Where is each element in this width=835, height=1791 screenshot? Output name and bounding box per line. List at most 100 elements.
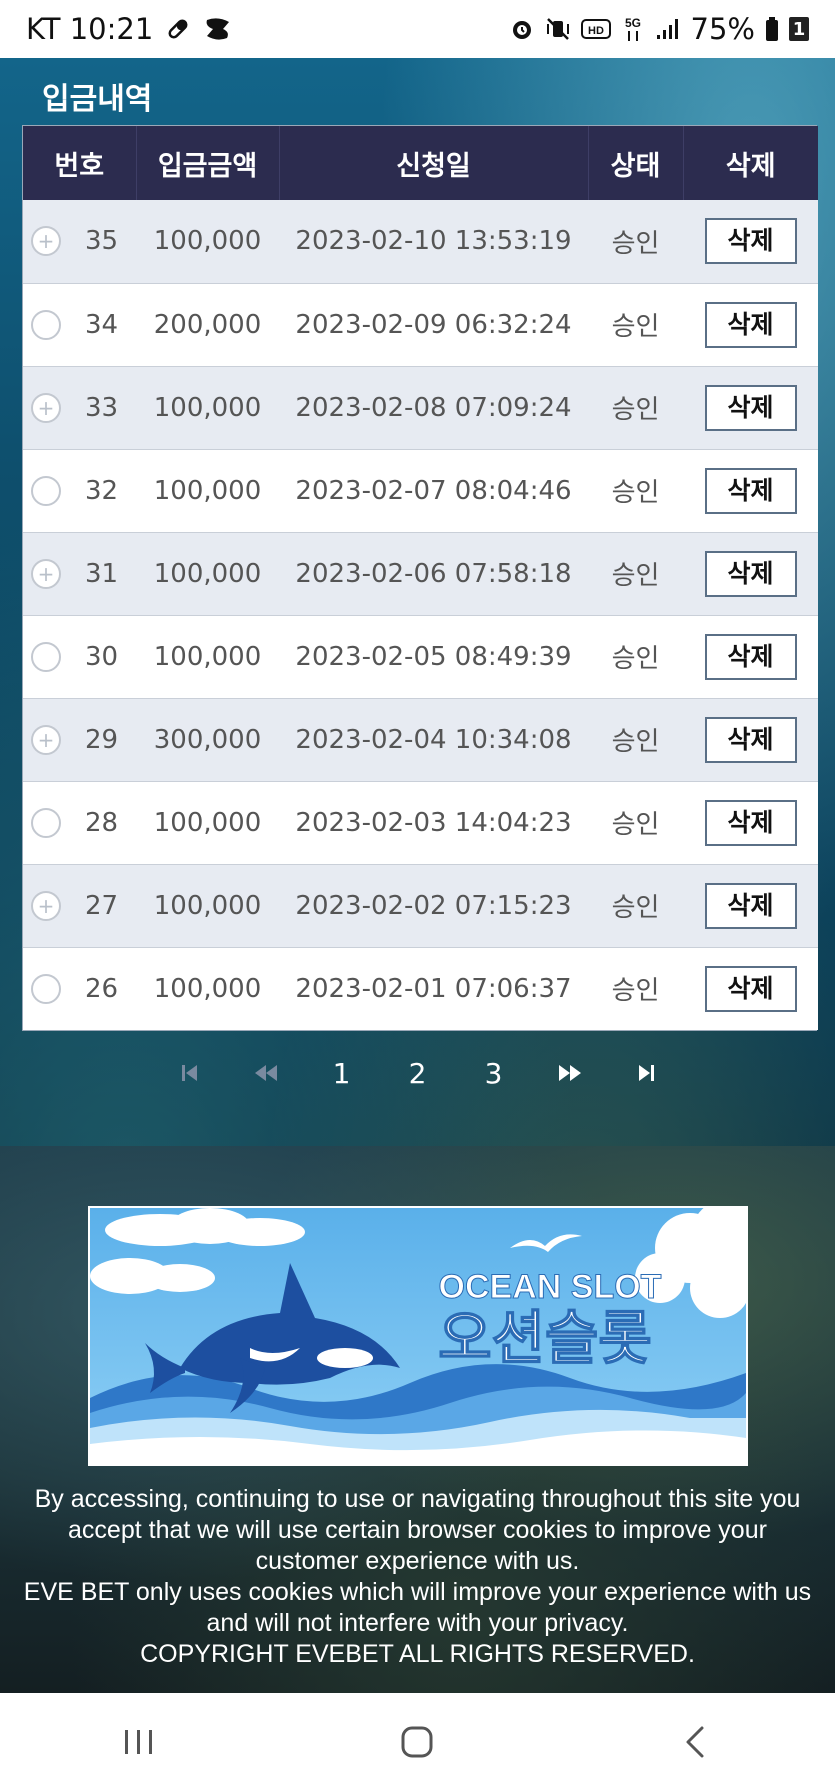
table-header-row: 번호 입금금액 신청일 상태 삭제 bbox=[23, 126, 818, 200]
status-bar: KT 10:21 HD 5G 75% 1 bbox=[0, 0, 835, 58]
alarm-icon bbox=[509, 16, 535, 42]
copyright-text: COPYRIGHT EVEBET ALL RIGHTS RESERVED. bbox=[140, 1640, 695, 1668]
cell-status: 승인 bbox=[588, 366, 683, 450]
delete-button[interactable]: 삭제 bbox=[704, 467, 797, 514]
cell-status: 승인 bbox=[588, 449, 683, 533]
ocean-slot-banner[interactable]: OCEAN SLOT 오션슬롯 bbox=[88, 1206, 748, 1466]
banner-title-ko: 오션슬롯 bbox=[438, 1304, 651, 1372]
footer-line: EVE BET only uses cookies which will imp… bbox=[23, 1578, 812, 1606]
cell-status: 승인 bbox=[588, 532, 683, 616]
cell-status: 승인 bbox=[588, 947, 683, 1030]
footer-line: accept that we will use certain browser … bbox=[68, 1516, 767, 1544]
cell-status: 승인 bbox=[588, 781, 683, 865]
cell-delete: 삭제 bbox=[683, 366, 818, 450]
pagination: 1 2 3 bbox=[0, 1045, 835, 1101]
row-radio-icon[interactable] bbox=[31, 309, 61, 340]
hd-voice-icon: HD bbox=[580, 17, 611, 41]
cell-amount: 100,000 bbox=[136, 449, 279, 533]
expand-plus-icon[interactable]: + bbox=[31, 226, 61, 257]
recent-apps-icon bbox=[125, 1730, 153, 1754]
cell-amount: 100,000 bbox=[136, 781, 279, 865]
header-status: 상태 bbox=[588, 126, 684, 200]
cell-amount: 100,000 bbox=[136, 532, 279, 616]
table-row: +31 100,000 2023-02-06 07:58:18 승인 삭제 bbox=[23, 532, 818, 616]
page-2-link[interactable]: 2 bbox=[380, 1045, 456, 1101]
table-row: +35 100,000 2023-02-10 13:53:19 승인 삭제 bbox=[23, 200, 818, 284]
table-row: 34 200,000 2023-02-09 06:32:24 승인 삭제 bbox=[23, 283, 818, 367]
row-number: 33 bbox=[85, 392, 119, 423]
banner-artwork: OCEAN SLOT 오션슬롯 bbox=[90, 1208, 746, 1464]
network-label: 5G bbox=[625, 16, 641, 30]
cell-delete: 삭제 bbox=[683, 947, 818, 1030]
table-row: +27 100,000 2023-02-02 07:15:23 승인 삭제 bbox=[23, 864, 818, 948]
row-number: 28 bbox=[85, 807, 119, 838]
android-nav-bar bbox=[0, 1693, 835, 1791]
next-page-icon[interactable] bbox=[532, 1045, 608, 1101]
footer-line: and will not interfere with your privacy… bbox=[206, 1609, 629, 1637]
delete-button[interactable]: 삭제 bbox=[704, 799, 797, 846]
cell-number: +33 bbox=[23, 366, 136, 450]
row-number: 27 bbox=[85, 890, 119, 921]
delete-button[interactable]: 삭제 bbox=[704, 965, 797, 1012]
delete-button[interactable]: 삭제 bbox=[704, 218, 797, 265]
recent-apps-button[interactable] bbox=[99, 1712, 179, 1772]
messenger-icon bbox=[203, 16, 233, 42]
expand-plus-icon[interactable]: + bbox=[31, 558, 61, 589]
vibrate-mute-icon bbox=[545, 16, 571, 42]
table-row: 26 100,000 2023-02-01 07:06:37 승인 삭제 bbox=[23, 947, 818, 1030]
row-radio-icon[interactable] bbox=[31, 641, 61, 672]
cell-number: +31 bbox=[23, 532, 136, 616]
row-radio-icon[interactable] bbox=[31, 973, 61, 1004]
cell-amount: 100,000 bbox=[136, 615, 279, 699]
delete-button[interactable]: 삭제 bbox=[704, 633, 797, 680]
delete-button[interactable]: 삭제 bbox=[704, 882, 797, 929]
network-5g-icon: 5G bbox=[621, 15, 645, 43]
page-1-link[interactable]: 1 bbox=[304, 1045, 380, 1101]
deposit-history-table: 번호 입금금액 신청일 상태 삭제 +35 100,000 2023-02-10 1… bbox=[22, 125, 818, 1031]
page-3-link[interactable]: 3 bbox=[456, 1045, 532, 1101]
cell-delete: 삭제 bbox=[683, 449, 818, 533]
cell-status: 승인 bbox=[588, 200, 683, 284]
delete-button[interactable]: 삭제 bbox=[704, 716, 797, 763]
cell-status: 승인 bbox=[588, 698, 683, 782]
cell-date: 2023-02-06 07:58:18 bbox=[279, 532, 588, 616]
previous-page-icon[interactable] bbox=[228, 1045, 304, 1101]
cell-delete: 삭제 bbox=[683, 200, 818, 284]
delete-button[interactable]: 삭제 bbox=[704, 550, 797, 597]
home-icon bbox=[401, 1726, 433, 1758]
footer-line: By accessing, continuing to use or navig… bbox=[34, 1485, 801, 1513]
row-radio-icon[interactable] bbox=[31, 807, 61, 838]
first-page-icon[interactable] bbox=[152, 1045, 228, 1101]
cell-date: 2023-02-01 07:06:37 bbox=[279, 947, 588, 1030]
cell-delete: 삭제 bbox=[683, 615, 818, 699]
cell-amount: 100,000 bbox=[136, 366, 279, 450]
cell-number: 34 bbox=[23, 283, 136, 367]
cell-date: 2023-02-02 07:15:23 bbox=[279, 864, 588, 948]
home-button[interactable] bbox=[377, 1712, 457, 1772]
expand-plus-icon[interactable]: + bbox=[31, 724, 61, 755]
expand-plus-icon[interactable]: + bbox=[31, 392, 61, 423]
cell-amount: 200,000 bbox=[136, 283, 279, 367]
banner-title-en: OCEAN SLOT bbox=[439, 1268, 662, 1306]
page-title: 입금내역 bbox=[42, 82, 153, 117]
row-number: 31 bbox=[85, 558, 119, 589]
row-radio-icon[interactable] bbox=[31, 475, 61, 506]
cell-date: 2023-02-04 10:34:08 bbox=[279, 698, 588, 782]
cell-number: +35 bbox=[23, 200, 136, 284]
header-number: 번호 bbox=[23, 126, 137, 200]
delete-button[interactable]: 삭제 bbox=[704, 301, 797, 348]
cell-delete: 삭제 bbox=[683, 864, 818, 948]
expand-plus-icon[interactable]: + bbox=[31, 890, 61, 921]
table-row: 32 100,000 2023-02-07 08:04:46 승인 삭제 bbox=[23, 449, 818, 533]
cell-number: 32 bbox=[23, 449, 136, 533]
back-button[interactable] bbox=[656, 1712, 736, 1772]
last-page-icon[interactable] bbox=[608, 1045, 684, 1101]
table-row: 30 100,000 2023-02-05 08:49:39 승인 삭제 bbox=[23, 615, 818, 699]
header-date: 신청일 bbox=[279, 126, 589, 200]
cell-delete: 삭제 bbox=[683, 781, 818, 865]
delete-button[interactable]: 삭제 bbox=[704, 384, 797, 431]
cell-status: 승인 bbox=[588, 615, 683, 699]
footer-notice: By accessing, continuing to use or navig… bbox=[0, 1484, 835, 1670]
table-row: +29 300,000 2023-02-04 10:34:08 승인 삭제 bbox=[23, 698, 818, 782]
pill-icon bbox=[165, 16, 191, 42]
